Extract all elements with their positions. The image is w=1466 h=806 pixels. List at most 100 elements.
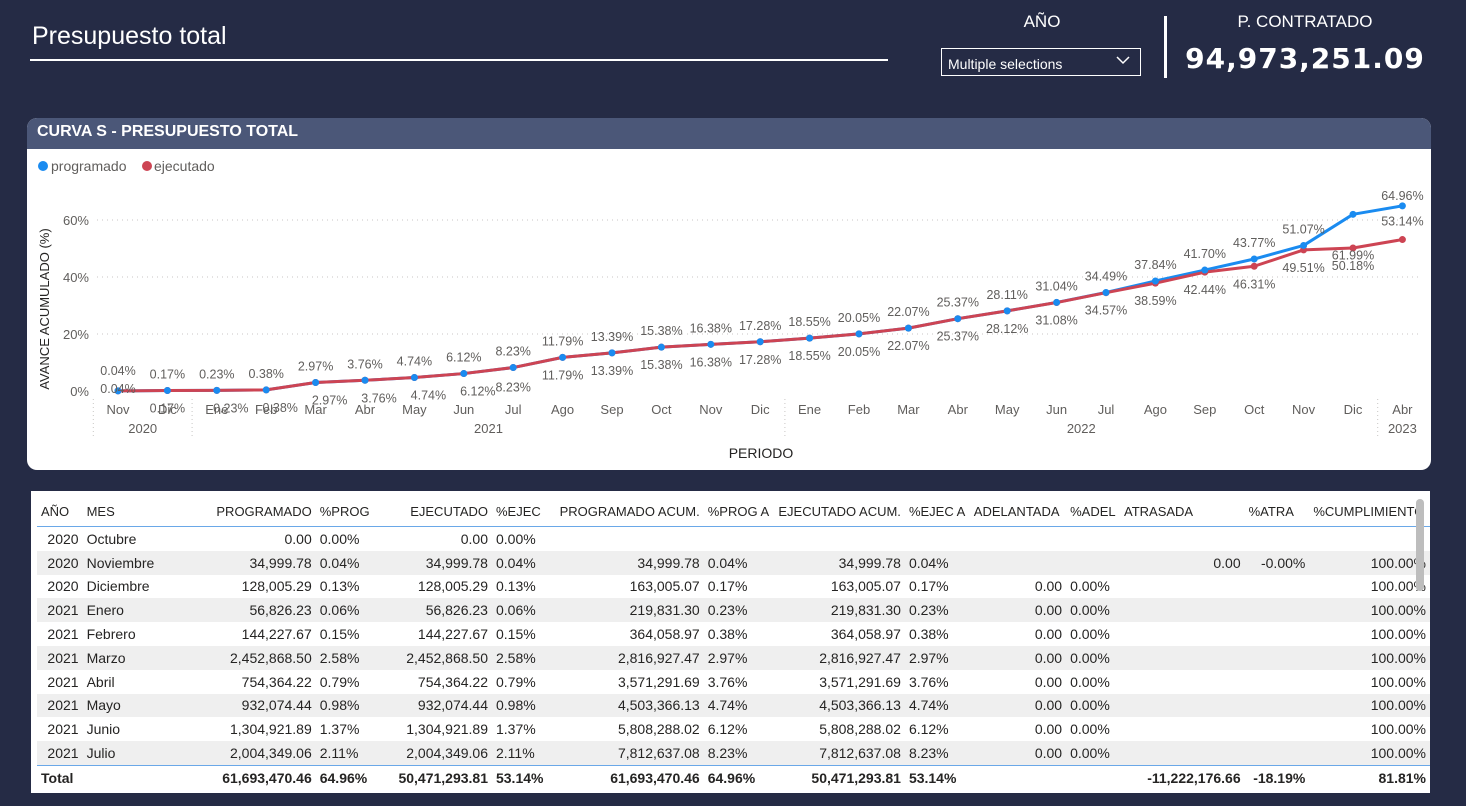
table-cell: 0.00% xyxy=(1070,673,1110,690)
total-cell: 64.96% xyxy=(703,764,775,790)
table-row[interactable]: 2021 Febrero 144,227.67 0.15% 144,227.67 0.15… xyxy=(37,622,1430,646)
table-cell xyxy=(1120,670,1245,694)
column-header[interactable]: %PROG A xyxy=(703,496,775,527)
data-label-ejecutado: 53.14% xyxy=(1381,215,1423,229)
table-cell: 5,808,288.02 xyxy=(819,721,901,738)
column-header[interactable]: PROGRAMADO ACUM. xyxy=(554,496,704,527)
total-cell: 50,471,293.81 xyxy=(383,764,492,790)
data-point-programado xyxy=(904,324,912,332)
y-tick-label: 40% xyxy=(63,270,89,285)
table-row[interactable]: 2021 Enero 56,826.23 0.06% 56,826.23 0.06% 219… xyxy=(37,598,1430,623)
table-cell: 2.97% xyxy=(904,645,970,670)
table-cell: 6.12% xyxy=(707,721,748,738)
table-header-row: AÑO MES PROGRAMADO %PROG EJECUTADO %EJEC PROGR… xyxy=(37,496,1430,527)
data-label-programado: 38.59% xyxy=(1134,294,1176,308)
table-cell: 0.38% xyxy=(908,626,949,643)
column-header[interactable]: %ADEL xyxy=(1066,496,1120,527)
table-cell: Mayo xyxy=(82,693,170,718)
table-cell: 0.38% xyxy=(707,626,748,643)
year-filter-label: AÑO xyxy=(1023,12,1061,31)
data-point-programado xyxy=(756,338,764,346)
data-label-programado: 13.39% xyxy=(591,330,633,344)
table-cell xyxy=(1244,598,1310,623)
table-cell: 2020 xyxy=(47,530,79,547)
s-curve-chart[interactable]: programado ejecutado 0% 20% 40% 60% AVANCE ACU… xyxy=(27,149,1431,470)
table-cell: 2,452,868.50 xyxy=(383,645,492,670)
table-cell: 56,826.23 xyxy=(169,598,316,623)
column-header[interactable]: %EJEC xyxy=(491,496,555,527)
column-header[interactable]: ADELANTADA xyxy=(969,496,1067,527)
x-tick-label: Jul xyxy=(505,402,522,417)
column-header[interactable]: EJECUTADO xyxy=(383,496,492,527)
column-header[interactable]: AÑO xyxy=(37,496,83,527)
column-header[interactable]: %CUMPLIMIENTO xyxy=(1309,496,1430,527)
table-row[interactable]: 2021 Junio 1,304,921.89 1.37% 1,304,921.89 1.… xyxy=(37,717,1430,741)
table-cell: 34,999.78 xyxy=(383,550,492,575)
x-tick-label: Ene xyxy=(798,402,821,417)
year-filter-dropdown[interactable]: Multiple selections xyxy=(941,48,1141,76)
data-label-programado: 51.07% xyxy=(1282,222,1324,236)
x-tick-label: Abr xyxy=(1392,402,1413,417)
x-tick-label: Feb xyxy=(848,402,870,417)
data-label-programado: 8.23% xyxy=(495,345,530,359)
data-label-ejecutado: 50.18% xyxy=(1332,259,1374,273)
table-cell xyxy=(774,527,905,551)
table-cell: Julio xyxy=(82,741,170,766)
table-cell xyxy=(1119,645,1245,670)
title-underline xyxy=(30,59,888,61)
table-row[interactable]: 2021 Abril 754,364.22 0.79% 754,364.22 0.79% 3… xyxy=(37,670,1430,694)
column-header[interactable]: %PROG xyxy=(315,496,384,527)
x-tick-label: Sep xyxy=(600,402,623,417)
table-row[interactable]: 2020 Noviembre 34,999.78 0.04% 34,999.78 0.04… xyxy=(37,550,1430,575)
table-row[interactable]: 2021 Marzo 2,452,868.50 2.58% 2,452,868.50 2.… xyxy=(37,645,1430,670)
data-label-ejecutado: 25.37% xyxy=(937,330,979,344)
table-cell: 7,812,637.08 xyxy=(774,741,905,766)
table-cell xyxy=(1119,598,1245,623)
budget-table-card[interactable]: AÑO MES PROGRAMADO %PROG EJECUTADO %EJEC PROGR… xyxy=(31,491,1430,793)
table-cell: Noviembre xyxy=(82,550,170,575)
data-label-programado: 64.96% xyxy=(1381,189,1423,203)
table-cell: 0.00 xyxy=(1034,673,1063,690)
data-point-programado xyxy=(806,334,814,342)
data-point-programado xyxy=(1003,307,1011,315)
table-cell: 0.79% xyxy=(495,673,536,690)
data-label-programado: 4.74% xyxy=(397,354,432,368)
table-cell: 4.74% xyxy=(703,693,775,718)
data-point-programado xyxy=(1151,277,1159,285)
table-cell: 932,074.44 xyxy=(383,693,492,718)
table-cell xyxy=(1119,741,1245,766)
table-scrollbar[interactable] xyxy=(1416,499,1424,591)
y-tick-label: 20% xyxy=(63,327,89,342)
table-cell xyxy=(1120,622,1245,646)
y-tick-label: 60% xyxy=(63,213,89,228)
table-cell: 0.00 xyxy=(1034,721,1063,738)
table-cell xyxy=(1245,575,1310,599)
data-label-ejecutado: 13.39% xyxy=(591,364,633,378)
column-header[interactable]: %EJEC A xyxy=(904,496,970,527)
s-curve-chart-card[interactable]: CURVA S - PRESUPUESTO TOTAL programado ej… xyxy=(27,118,1431,470)
column-header[interactable]: MES xyxy=(82,496,170,527)
column-header[interactable]: ATRASADA xyxy=(1119,496,1245,527)
column-header[interactable]: %ATRA xyxy=(1244,496,1310,527)
table-cell: 2021 xyxy=(47,673,79,690)
column-header[interactable]: EJECUTADO ACUM. xyxy=(774,496,905,527)
x-tick-label: Nov xyxy=(1292,402,1316,417)
column-header[interactable]: PROGRAMADO xyxy=(169,496,316,527)
table-cell: 0.13% xyxy=(495,578,536,595)
table-cell: 2021 xyxy=(37,741,83,766)
data-label-ejecutado: 0.04% xyxy=(100,382,135,396)
data-label-programado: 20.05% xyxy=(838,311,880,325)
data-point-programado xyxy=(1201,266,1209,274)
table-row[interactable]: 2020 Octubre 0.00 0.00% 0.00 0.00% xyxy=(37,527,1430,551)
table-cell: 163,005.07 xyxy=(830,578,901,595)
chart-header: CURVA S - PRESUPUESTO TOTAL xyxy=(27,118,1431,149)
data-point-ejecutado xyxy=(1250,262,1258,270)
table-cell: 0.13% xyxy=(319,578,360,595)
data-point-programado xyxy=(163,387,171,395)
table-cell: 0.00% xyxy=(319,530,360,547)
table-row[interactable]: 2021 Julio 2,004,349.06 2.11% 2,004,349.06 2.… xyxy=(37,741,1430,766)
data-label-programado: 31.08% xyxy=(1035,314,1077,328)
data-label-ejecutado: 16.38% xyxy=(690,355,732,369)
table-row[interactable]: 2021 Mayo 932,074.44 0.98% 932,074.44 0.98% 4,… xyxy=(37,693,1430,718)
table-row[interactable]: 2020 Diciembre 128,005.29 0.13% 128,005.29 0.… xyxy=(37,575,1430,599)
